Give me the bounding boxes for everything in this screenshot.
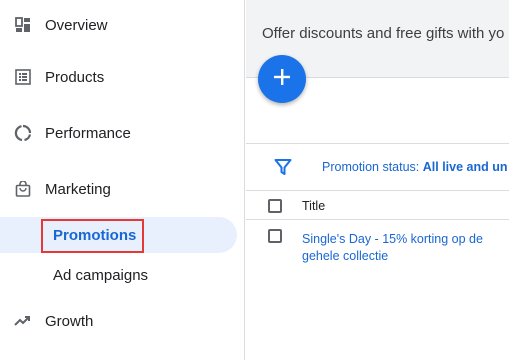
sidebar-item-performance[interactable]: Performance [0, 113, 245, 153]
promotion-status-filter[interactable]: Promotion status: All live and un [322, 160, 508, 174]
sidebar-item-products[interactable]: Products [0, 57, 245, 97]
table-row: Single's Day - 15% korting op de gehele … [246, 221, 509, 271]
filter-bar: Promotion status: All live and un [246, 143, 509, 191]
sidebar-item-label: Performance [45, 124, 131, 142]
sidebar-item-ad-campaigns[interactable]: Ad campaigns [0, 257, 237, 293]
filter-label: Promotion status: [322, 160, 423, 174]
sidebar-nav: Overview Products Performance Marketing … [0, 0, 245, 360]
shopping-bag-icon [14, 180, 32, 198]
sidebar-item-marketing[interactable]: Marketing [0, 169, 245, 209]
banner-text: Offer discounts and free gifts with yo [262, 25, 505, 42]
sidebar-subitem-label: Ad campaigns [53, 266, 149, 284]
filter-value: All live and un [422, 160, 508, 174]
plus-icon [272, 67, 292, 92]
select-all-checkbox[interactable] [268, 199, 282, 213]
row-checkbox[interactable] [268, 229, 282, 243]
table-header: Title [246, 192, 509, 220]
list-icon [14, 68, 32, 86]
main-content: Offer discounts and free gifts with yo P… [246, 0, 509, 360]
filter-icon[interactable] [274, 158, 292, 176]
add-promotion-button[interactable] [258, 55, 306, 103]
sidebar-item-label: Products [45, 68, 105, 86]
dashboard-icon [14, 16, 32, 34]
promotion-title-link[interactable]: Single's Day - 15% korting op de gehele … [302, 231, 502, 265]
trending-up-icon [14, 312, 32, 330]
sidebar-item-label: Marketing [45, 180, 111, 198]
sidebar-item-label: Growth [45, 312, 94, 330]
column-header-title[interactable]: Title [302, 199, 325, 213]
sidebar-item-overview[interactable]: Overview [0, 5, 245, 45]
sidebar-item-growth[interactable]: Growth [0, 301, 245, 341]
donut-chart-icon [14, 124, 32, 142]
sidebar-item-label: Overview [45, 16, 108, 34]
highlight-annotation [41, 219, 144, 253]
